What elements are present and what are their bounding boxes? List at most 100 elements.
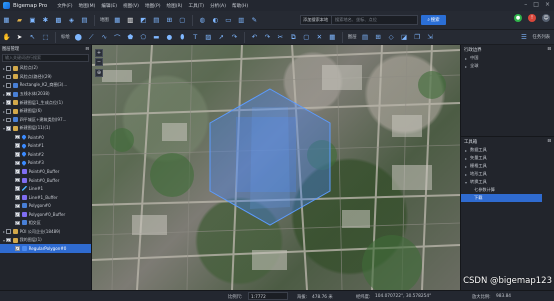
panel-pin-icon[interactable]: ⊟ (547, 47, 551, 52)
layer-visibility-checkbox[interactable]: ✓ (15, 203, 20, 208)
new-project-icon[interactable]: ▦ (2, 16, 11, 25)
layer-item[interactable]: ▸ Rectangle_K2_商圈(3)... (0, 81, 91, 90)
layer-export-icon[interactable]: ⇲ (426, 33, 435, 42)
layer-item[interactable]: ▸ ✓ 五线水体(2038) (0, 90, 91, 99)
street-map-icon[interactable]: ▥ (126, 16, 135, 25)
select-arrow-icon[interactable]: ➤ (15, 33, 24, 42)
layer-search-input[interactable]: 输入关键词进行搜索 (2, 54, 89, 62)
layer-item[interactable]: ✓ Line#1_Buffer (0, 193, 91, 202)
search-type-select[interactable]: 添加搜索本地 (300, 14, 332, 25)
online-status-icon[interactable]: ● (514, 14, 522, 22)
menu-file[interactable]: 文件(F) (57, 3, 72, 9)
layer-visibility-checkbox[interactable]: ✓ (15, 220, 20, 225)
layer-item[interactable]: ▸ ✓ 新建图层1_生成点位(1) (0, 98, 91, 107)
toolbox-tool-item[interactable]: 下载 (461, 194, 542, 202)
toolbox-category[interactable]: ▸ 矢量工具 (461, 154, 554, 162)
frame-icon[interactable]: ▢ (178, 16, 187, 25)
menu-edit[interactable]: 编辑(E) (101, 3, 117, 9)
layer-item[interactable]: ▾ ✓ 新建图层(11)(1) (0, 124, 91, 133)
pen-icon[interactable]: ✎ (250, 16, 259, 25)
layer-add-icon[interactable]: ⊞ (374, 33, 383, 42)
minimize-icon[interactable]: – (524, 1, 527, 8)
menu-tools[interactable]: 工具(T) (188, 3, 204, 9)
text-icon[interactable]: T (191, 33, 200, 42)
regular-polygon-selection[interactable] (200, 87, 340, 227)
layer-item[interactable]: ✓ Point#0_Buffer (0, 176, 91, 185)
route-icon[interactable]: ∿ (100, 33, 109, 42)
undo-icon[interactable]: ↶ (250, 33, 259, 42)
menu-map-data[interactable]: 地图(P) (145, 3, 161, 9)
layer-item[interactable]: ✓ Point#0 (0, 133, 91, 142)
layer-item[interactable]: ✓ Polygon#0 (0, 202, 91, 211)
zoom-out-button[interactable]: − (95, 58, 103, 66)
layer-item[interactable]: ✓ Point#1 (0, 141, 91, 150)
layer-tool-icon[interactable]: ◇ (387, 33, 396, 42)
layer-visibility-checkbox[interactable] (6, 229, 11, 234)
map-canvas[interactable]: + − ⊕ (92, 45, 460, 290)
layer-copy-icon[interactable]: ❐ (413, 33, 422, 42)
toolbox-category[interactable]: ▸ 地形工具 (461, 170, 554, 178)
menu-map[interactable]: 地图(M) (79, 3, 96, 9)
delete-icon[interactable]: ✕ (315, 33, 324, 42)
print-icon[interactable]: ▤ (80, 16, 89, 25)
notification-icon[interactable]: ! (528, 14, 536, 22)
layer-item[interactable]: ✓ Polygon#0_Buffer (0, 210, 91, 219)
layer-visibility-checkbox[interactable] (6, 117, 11, 123)
layer-visibility-checkbox[interactable]: ✓ (15, 212, 20, 217)
layer-visibility-checkbox[interactable]: ✓ (15, 143, 20, 148)
chart-icon[interactable]: ▥ (237, 16, 246, 25)
paste-icon[interactable]: ▢ (302, 33, 311, 42)
settings-icon[interactable]: ✱ (41, 16, 50, 25)
layer-item[interactable]: ▾ ✓ 我的图层(1) (0, 236, 91, 245)
layer-visibility-checkbox[interactable]: ✓ (15, 152, 20, 157)
admin-boundary-item[interactable]: ▸ 全球 (461, 62, 554, 70)
box-select-icon[interactable]: ⬚ (41, 33, 50, 42)
layer-visibility-checkbox[interactable]: ✓ (15, 195, 20, 200)
layers-icon[interactable]: ◈ (67, 16, 76, 25)
layer-item[interactable]: ▸ 风险点(路径)(29) (0, 73, 91, 82)
circle-icon[interactable]: ● (165, 33, 174, 42)
search-button[interactable]: ⌕ 搜索 (421, 14, 446, 25)
pan-hand-icon[interactable]: ✋ (2, 33, 11, 42)
save-icon[interactable]: ▣ (28, 16, 37, 25)
image-icon[interactable]: ▨ (204, 33, 213, 42)
zoom-in-button[interactable]: + (95, 49, 103, 57)
layer-visibility-checkbox[interactable]: ✓ (6, 100, 11, 105)
layer-item[interactable]: ▸ 风险点(2) (0, 64, 91, 73)
copy-icon[interactable]: ⧉ (289, 33, 298, 42)
layer-item[interactable]: ▸ POI 公司企业(18489) (0, 227, 91, 236)
toolbox-tool-item[interactable]: 七参数计算 (461, 186, 554, 194)
user-avatar-icon[interactable]: ☺ (542, 14, 550, 22)
layer-select-icon[interactable]: ▤ (361, 33, 370, 42)
compass-icon[interactable]: ⊕ (95, 69, 103, 77)
globe-icon[interactable]: ◍ (198, 16, 207, 25)
layer-visibility-checkbox[interactable]: ✓ (15, 169, 20, 174)
menu-draw[interactable]: 绘图(R) (167, 3, 183, 9)
export-icon[interactable]: ⊞ (165, 16, 174, 25)
layer-visibility-checkbox[interactable]: ✓ (15, 135, 20, 140)
close-icon[interactable]: × (545, 1, 550, 8)
table-icon[interactable]: ▤ (152, 16, 161, 25)
layer-visibility-checkbox[interactable]: ✓ (15, 186, 20, 191)
arrow-icon[interactable]: ➚ (217, 33, 226, 42)
layer-item[interactable]: ✓ 相交区 (0, 219, 91, 228)
layer-visibility-checkbox[interactable] (6, 74, 11, 80)
admin-boundary-item[interactable]: ▸ 中国 (461, 54, 554, 62)
ellipse-icon[interactable]: ⬮ (178, 33, 187, 42)
pentagon-icon[interactable]: ⬠ (139, 33, 148, 42)
open-folder-icon[interactable]: ▰ (15, 16, 24, 25)
panel-pin-icon[interactable]: ⊟ (547, 139, 551, 144)
layer-style-icon[interactable]: ◪ (400, 33, 409, 42)
task-list-button[interactable]: 任务列表 (532, 34, 550, 40)
map-tiles-icon[interactable]: ▦ (113, 16, 122, 25)
polygon-icon[interactable]: ⬟ (126, 33, 135, 42)
panel-pin-icon[interactable]: ⊟ (85, 47, 89, 52)
layer-visibility-checkbox[interactable] (6, 66, 11, 71)
layer-visibility-checkbox[interactable]: ✓ (15, 246, 20, 251)
cut-icon[interactable]: ✂ (276, 33, 285, 42)
grid-icon[interactable]: ▩ (54, 16, 63, 25)
menu-analysis[interactable]: 分析(A) (210, 3, 226, 9)
layer-item[interactable]: ▸ 新建图层(6) (0, 107, 91, 116)
arc-icon[interactable]: ⌒ (113, 33, 122, 42)
dark-mode-icon[interactable]: ◐ (211, 16, 220, 25)
